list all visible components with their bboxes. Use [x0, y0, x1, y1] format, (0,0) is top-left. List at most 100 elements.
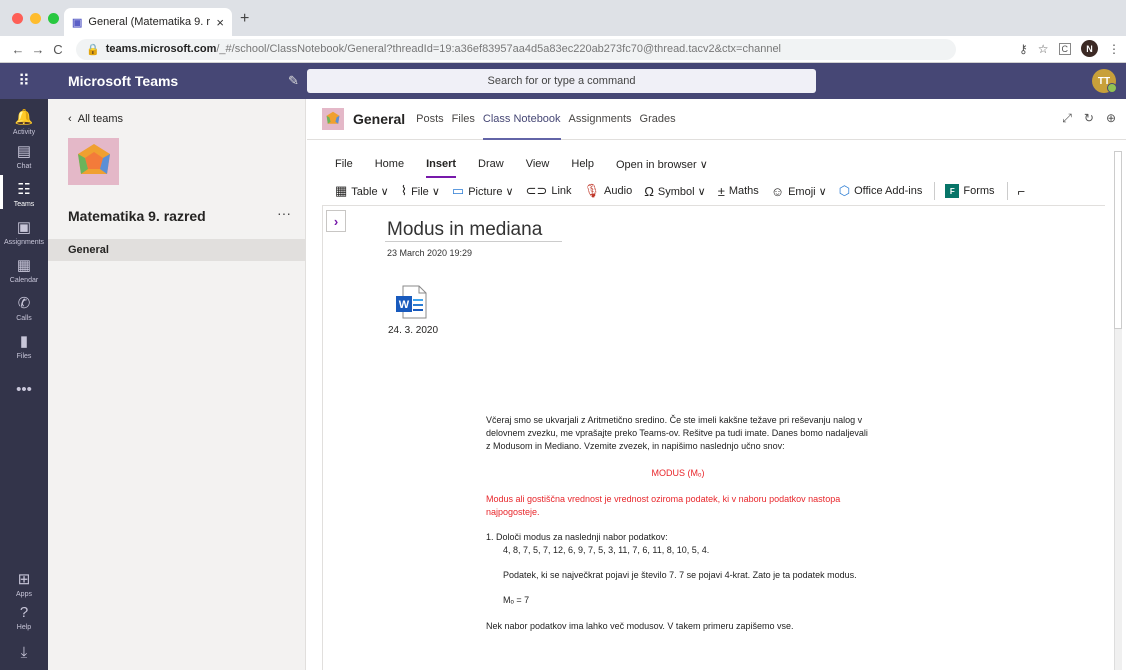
audio-record-icon: 🎙	[583, 183, 601, 198]
refresh-icon[interactable]: ↻	[1084, 111, 1094, 126]
url-host: teams.microsoft.com	[105, 43, 217, 55]
maximize-window-button[interactable]	[48, 13, 59, 24]
new-chat-icon[interactable]: ✎	[288, 73, 306, 89]
addins-icon: ⬡	[838, 183, 851, 198]
channel-team-icon	[322, 108, 344, 130]
emoji-button[interactable]: ☺ Emoji ∨	[771, 184, 827, 199]
ribbon-divider	[1006, 182, 1008, 200]
all-teams-link[interactable]: ‹ All teams	[68, 113, 123, 125]
ribbon-tab-draw[interactable]: Draw	[478, 158, 504, 175]
tab-grades[interactable]: Grades	[640, 99, 676, 140]
channel-item-general[interactable]: General	[48, 239, 306, 261]
rail-item-assignments[interactable]: ▣ Assignments	[0, 219, 48, 246]
expand-navigation-button[interactable]: ›	[326, 210, 346, 232]
chat-icon: ▤	[16, 143, 32, 160]
rail-item-help[interactable]: ? Help	[0, 604, 48, 631]
office-addins-button[interactable]: ⬡ Office Add-ins	[839, 183, 923, 199]
rail-item-activity[interactable]: 🔔 Activity	[0, 109, 48, 136]
ribbon-tab-view[interactable]: View	[526, 158, 550, 175]
paperclip-icon: ⌇	[400, 183, 408, 198]
reload-icon[interactable]: C	[48, 42, 68, 57]
rail-label: Help	[16, 624, 32, 631]
multiple-modes-note: Nek nabor podatkov ima lahko več modusov…	[486, 621, 794, 631]
teams-icon: ☷	[17, 181, 31, 198]
rail-item-chat[interactable]: ▤ Chat	[0, 143, 48, 170]
intro-paragraph: Včeraj smo se ukvarjali z Aritmetično sr…	[486, 415, 868, 451]
picture-button[interactable]: ▭ Picture ∨	[452, 183, 514, 199]
rail-label: Teams	[13, 201, 35, 208]
globe-icon[interactable]: ⊕	[1106, 111, 1116, 126]
ribbon-tab-help[interactable]: Help	[571, 158, 594, 175]
ribbon-tab-file[interactable]: File	[335, 158, 353, 175]
extension-icon[interactable]: C	[1058, 42, 1071, 55]
task-1: 1. Določi modus za naslednji nabor podat…	[486, 532, 668, 542]
note-content[interactable]: Včeraj smo se ukvarjali z Aritmetično sr…	[486, 414, 870, 633]
address-bar[interactable]: 🔒 teams.microsoft.com/_#/school/ClassNot…	[76, 38, 956, 60]
file-attach-button[interactable]: ⌇ File ∨	[401, 183, 440, 199]
profile-avatar[interactable]: N	[1081, 40, 1098, 57]
star-icon[interactable]: ☆	[1038, 42, 1049, 56]
browser-tab[interactable]: ▣ General (Matematika 9. razred) | ×	[64, 8, 232, 36]
dataset: 4, 8, 7, 5, 7, 12, 6, 9, 7, 5, 3, 11, 7,…	[503, 545, 710, 555]
rail-label: Files	[16, 353, 32, 360]
rail-item-more-apps[interactable]: •••	[0, 381, 48, 399]
tab-assignments[interactable]: Assignments	[569, 99, 632, 140]
ribbon-tab-insert[interactable]: Insert	[426, 158, 456, 178]
channel-header: General Posts Files Class Notebook Assig…	[307, 99, 1126, 140]
browser-menu-icon[interactable]: ⋮	[1108, 42, 1120, 56]
scrollbar-thumb[interactable]	[1114, 151, 1122, 329]
close-window-button[interactable]	[12, 13, 23, 24]
forms-button[interactable]: F Forms	[945, 184, 995, 198]
audio-button[interactable]: 🎙 Audio	[584, 183, 633, 199]
expand-icon[interactable]: ⤢	[1062, 111, 1072, 126]
new-tab-button[interactable]: +	[240, 10, 249, 28]
maths-icon: ±	[717, 183, 725, 199]
app-launcher-icon[interactable]: ⠿	[0, 71, 48, 91]
rail-item-download[interactable]: ⤓	[0, 644, 48, 662]
open-in-browser-button[interactable]: Open in browser ∨	[616, 158, 708, 175]
team-more-options-icon[interactable]: ···	[277, 205, 291, 221]
word-document-icon[interactable]: W	[395, 285, 427, 319]
rail-label: Assignments	[3, 239, 45, 246]
chevron-left-icon: ‹	[68, 113, 78, 125]
rail-item-apps[interactable]: ⊞ Apps	[0, 571, 48, 598]
back-arrow-icon[interactable]: ←	[8, 42, 28, 57]
minimize-window-button[interactable]	[30, 13, 41, 24]
browser-toolbar: ← → C 🔒 teams.microsoft.com/_#/school/Cl…	[0, 36, 1126, 63]
rail-item-teams[interactable]: ☷ Teams	[0, 175, 48, 209]
rail-label: Activity	[12, 129, 36, 136]
ribbon-tab-home[interactable]: Home	[375, 158, 404, 175]
modus-heading: MODUS (Mₒ)	[651, 468, 705, 478]
browser-tab-strip: ▣ General (Matematika 9. razred) | × +	[0, 0, 1126, 36]
rail-item-files[interactable]: ▮ Files	[0, 333, 48, 360]
forward-arrow-icon[interactable]: →	[28, 42, 48, 57]
link-button[interactable]: ⊂⊃ Link	[526, 183, 572, 199]
symbol-button[interactable]: Ω Symbol ∨	[644, 184, 706, 199]
rail-label: Calls	[16, 315, 32, 322]
url-path: /_#/school/ClassNotebook/General?threadI…	[216, 43, 782, 55]
table-button[interactable]: ▦ Table ∨	[335, 183, 389, 199]
tab-posts[interactable]: Posts	[416, 99, 444, 140]
attachment-name[interactable]: 24. 3. 2020	[388, 325, 438, 336]
page-title[interactable]: Modus in mediana	[387, 219, 542, 241]
search-input[interactable]: Search for or type a command	[307, 69, 816, 93]
close-tab-icon[interactable]: ×	[216, 15, 224, 30]
user-avatar[interactable]: TT	[1092, 69, 1117, 93]
apps-icon: ⊞	[17, 571, 31, 588]
forms-icon: F	[945, 184, 960, 198]
rail-item-calendar[interactable]: ▦ Calendar	[0, 257, 48, 284]
team-logo	[68, 138, 119, 185]
tab-class-notebook[interactable]: Class Notebook	[482, 99, 561, 140]
ribbon-insert: ▦ Table ∨ ⌇ File ∨ ▭ Picture ∨ ⊂⊃ Link 🎙 Audi…	[335, 182, 1037, 200]
main-content: General Posts Files Class Notebook Assig…	[307, 99, 1126, 670]
table-icon: ▦	[335, 183, 348, 198]
key-icon[interactable]: ⚷	[1019, 42, 1028, 56]
modus-result: Mₒ = 7	[503, 595, 530, 605]
rail-item-calls[interactable]: ✆ Calls	[0, 295, 48, 322]
help-icon: ?	[19, 604, 29, 621]
teams-favicon-icon: ▣	[72, 16, 83, 29]
maths-button[interactable]: ± Maths	[718, 184, 759, 199]
tab-files[interactable]: Files	[452, 99, 475, 140]
canvas-top-border	[322, 205, 1105, 206]
collapse-ribbon-icon[interactable]: ⌐	[1018, 184, 1026, 199]
